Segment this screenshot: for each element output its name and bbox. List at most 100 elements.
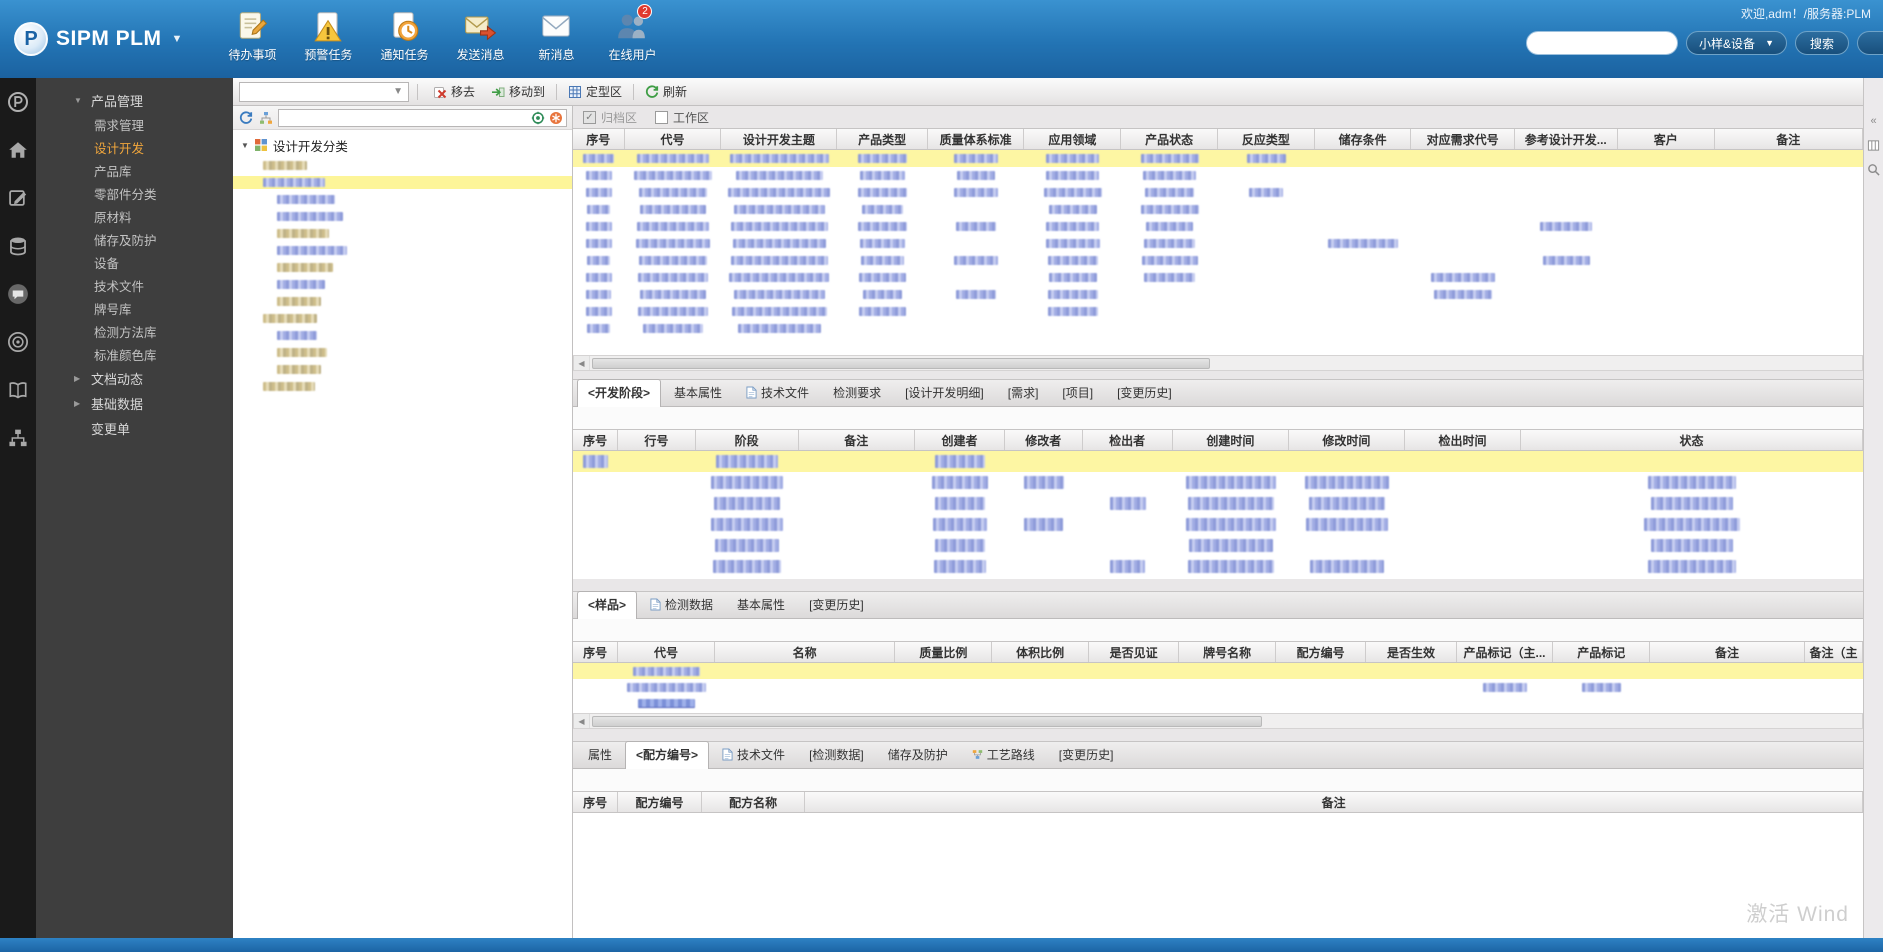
column-header[interactable]: 创建者 [915, 430, 1006, 450]
search-scope-dropdown[interactable]: 小样&设备 ▼ [1686, 31, 1787, 55]
finalize-button[interactable]: 定型区 [561, 81, 629, 102]
column-settings-icon[interactable] [1867, 138, 1881, 152]
tree-item[interactable] [233, 278, 572, 291]
table-row[interactable] [573, 663, 1863, 679]
tree-root[interactable]: ▼ 设计开发分类 [233, 135, 572, 155]
clear-filter-icon[interactable] [548, 110, 564, 126]
column-header[interactable]: 配方编号 [618, 792, 702, 812]
table-row[interactable] [573, 472, 1863, 493]
tab-test-data[interactable]: 检测数据 [639, 591, 724, 618]
tab-formula-no[interactable]: <配方编号> [625, 741, 710, 769]
collapse-panel-icon[interactable]: « [1867, 114, 1881, 128]
column-header[interactable]: 质量体系标准 [928, 129, 1025, 149]
tree-filter-input[interactable] [278, 108, 567, 127]
table-row[interactable] [573, 218, 1863, 235]
move-to-button[interactable]: 移动到 [484, 81, 552, 102]
rail-book-icon[interactable] [6, 378, 30, 402]
search-panel-icon[interactable] [1867, 162, 1881, 176]
column-header[interactable]: 备注 [799, 430, 915, 450]
column-header[interactable]: 备注 [1715, 129, 1863, 149]
tab-process-route[interactable]: 工艺路线 [961, 741, 1046, 768]
column-header[interactable]: 备注 [1650, 642, 1805, 662]
category-dropdown[interactable]: ▼ [239, 81, 409, 102]
column-header[interactable]: 修改时间 [1289, 430, 1405, 450]
column-header[interactable]: 名称 [715, 642, 896, 662]
tree-item[interactable] [233, 227, 572, 240]
column-header[interactable]: 备注 [805, 792, 1863, 812]
global-search-input[interactable] [1526, 31, 1679, 55]
rail-database-icon[interactable] [6, 234, 30, 258]
scroll-left-arrow-icon[interactable]: ◀ [574, 356, 590, 370]
tab-requirement[interactable]: [需求] [997, 379, 1050, 406]
tree-item[interactable] [233, 346, 572, 359]
table-row[interactable] [573, 150, 1863, 167]
column-header[interactable]: 是否生效 [1366, 642, 1457, 662]
column-header[interactable]: 检出时间 [1405, 430, 1522, 450]
refresh-button[interactable]: 刷新 [638, 81, 694, 102]
chevron-down-icon[interactable]: ▼ [241, 141, 249, 150]
scrollbar-thumb[interactable] [592, 715, 1262, 727]
rail-target-icon[interactable] [6, 330, 30, 354]
tree-item[interactable] [233, 261, 572, 274]
sidebar-item-设备[interactable]: 设备 [36, 251, 233, 274]
locate-icon[interactable] [530, 110, 546, 126]
tree-item[interactable] [233, 295, 572, 308]
column-header[interactable]: 序号 [573, 430, 619, 450]
column-header[interactable]: 状态 [1521, 430, 1863, 450]
column-header[interactable]: 配方名称 [702, 792, 806, 812]
tree-hierarchy-icon[interactable] [258, 110, 274, 126]
sidebar-item-技术文件[interactable]: 技术文件 [36, 274, 233, 297]
column-header[interactable]: 产品标记 [1553, 642, 1651, 662]
tab-project[interactable]: [项目] [1051, 379, 1104, 406]
tree-item[interactable] [233, 176, 572, 189]
column-header[interactable]: 阶段 [696, 430, 799, 450]
column-header[interactable]: 客户 [1618, 129, 1715, 149]
rail-logo-icon[interactable] [6, 90, 30, 114]
tab-sample[interactable]: <样品> [577, 591, 638, 619]
table-row[interactable] [573, 286, 1863, 303]
tree-item[interactable] [233, 244, 572, 257]
edge-button[interactable] [1857, 31, 1883, 55]
sidebar-item-储存及防护[interactable]: 储存及防护 [36, 228, 233, 251]
table-row[interactable] [573, 235, 1863, 252]
column-header[interactable]: 代号 [618, 642, 715, 662]
filter-checkbox-归档区[interactable]: ✓ 归档区 [583, 109, 637, 126]
header-tool-notify[interactable]: 通知任务 [380, 9, 428, 63]
tab-tech-docs[interactable]: 技术文件 [735, 379, 820, 406]
sidebar-item-原材料[interactable]: 原材料 [36, 205, 233, 228]
table-row[interactable] [573, 451, 1863, 472]
header-tool-users[interactable]: 2 在线用户 [608, 4, 656, 63]
tab-basic-attrs[interactable]: 基本属性 [663, 379, 733, 406]
tab-change-history[interactable]: [变更历史] [798, 591, 875, 618]
tree-item[interactable] [233, 193, 572, 206]
column-header[interactable]: 质量比例 [895, 642, 993, 662]
sidebar-group-变更单[interactable]: 变更单 [36, 416, 233, 441]
header-tool-alert[interactable]: 预警任务 [304, 9, 352, 63]
filter-checkbox-工作区[interactable]: 工作区 [655, 109, 709, 126]
sidebar-group-文档动态[interactable]: ▶ 文档动态 [36, 366, 233, 391]
sidebar-item-设计开发[interactable]: 设计开发 [36, 136, 233, 159]
tree-item[interactable] [233, 210, 572, 223]
horizontal-scrollbar[interactable]: ◀ [573, 355, 1863, 371]
table-row[interactable] [573, 320, 1863, 337]
tree-item[interactable] [233, 159, 572, 172]
sidebar-item-标准颜色库[interactable]: 标准颜色库 [36, 343, 233, 366]
tab-change-history[interactable]: [变更历史] [1106, 379, 1183, 406]
table-row[interactable] [573, 303, 1863, 320]
column-header[interactable]: 体积比例 [992, 642, 1089, 662]
column-header[interactable]: 反应类型 [1218, 129, 1315, 149]
column-header[interactable]: 参考设计开发... [1515, 129, 1618, 149]
column-header[interactable]: 检出者 [1083, 430, 1173, 450]
column-header[interactable]: 序号 [573, 642, 619, 662]
sidebar-item-零部件分类[interactable]: 零部件分类 [36, 182, 233, 205]
table-row[interactable] [573, 535, 1863, 556]
column-header[interactable]: 序号 [573, 792, 619, 812]
column-header[interactable]: 应用领域 [1024, 129, 1122, 149]
column-header[interactable]: 代号 [625, 129, 722, 149]
column-header[interactable]: 牌号名称 [1179, 642, 1277, 662]
tree-item[interactable] [233, 363, 572, 376]
remove-button[interactable]: 移去 [426, 81, 482, 102]
search-button[interactable]: 搜索 [1794, 31, 1849, 55]
rail-chat-icon[interactable] [6, 282, 30, 306]
table-row[interactable] [573, 167, 1863, 184]
